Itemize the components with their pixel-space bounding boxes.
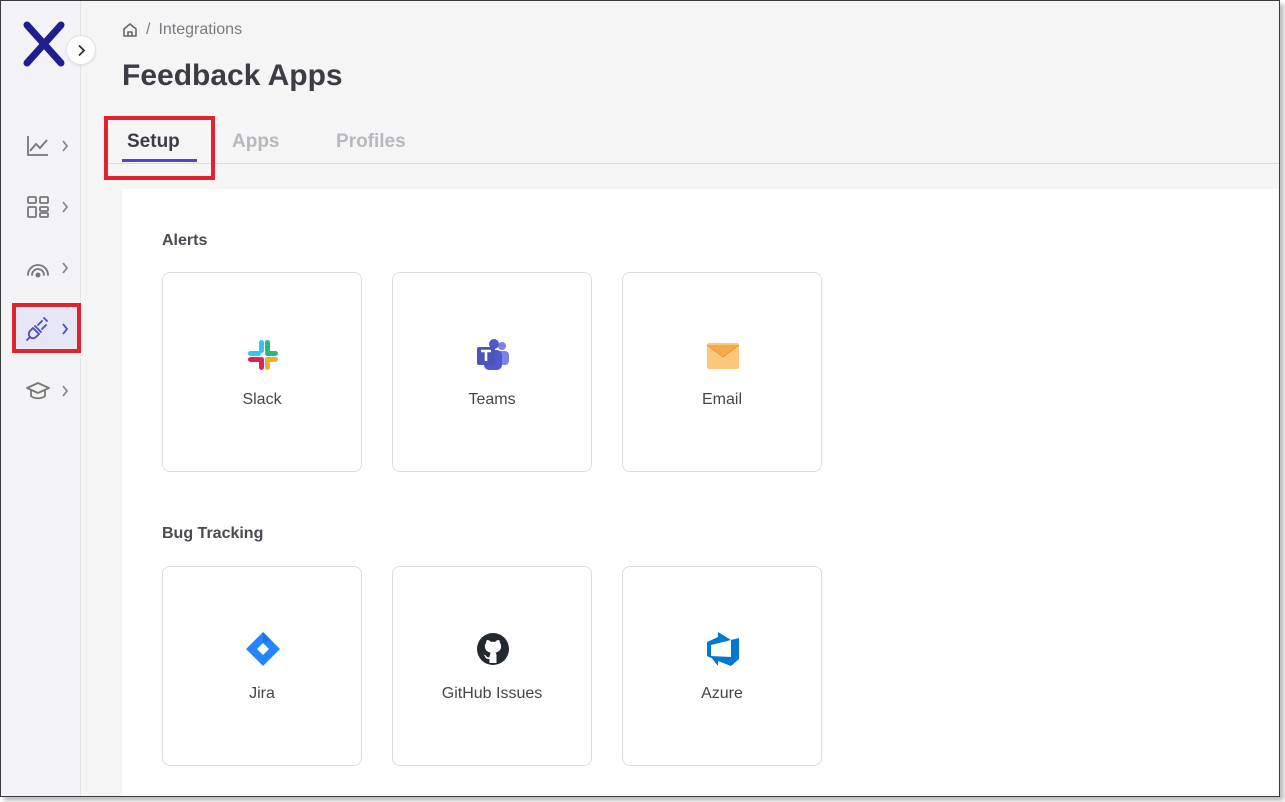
github-icon [477,633,509,665]
slack-icon [248,340,278,370]
chart-line-icon [27,136,48,156]
jira-icon [246,632,280,666]
app-window: / Integrations Feedback Apps Setup Apps … [0,0,1280,797]
chevron-right-icon [62,201,69,213]
page-title: Feedback Apps [122,59,343,92]
email-icon [706,343,740,369]
breadcrumb-current[interactable]: Integrations [158,21,242,39]
sidebar-item-dashboards[interactable] [15,184,79,230]
integration-card-email[interactable]: Email [622,272,822,472]
chevron-right-icon [62,262,69,274]
home-icon[interactable] [122,22,138,38]
signal-gauge-icon [27,264,49,278]
tab-bar: Setup Apps Profiles [106,117,1279,164]
integration-card-github-issues[interactable]: GitHub Issues [392,566,592,766]
integration-card-azure[interactable]: Azure [622,566,822,766]
sidebar-item-monitoring[interactable] [15,245,79,291]
chevron-right-icon [62,140,69,152]
integration-card-jira[interactable]: Jira [162,566,362,766]
sidebar [1,1,81,796]
sidebar-item-integrations[interactable] [15,306,79,352]
teams-icon [477,339,509,370]
breadcrumb: / Integrations [122,21,242,39]
card-label: Slack [242,391,282,408]
tab-apps[interactable]: Apps [232,131,280,153]
card-label: GitHub Issues [441,685,543,702]
plug-icon [26,317,48,341]
azure-icon [707,632,739,666]
dashboard-grid-icon [27,196,49,218]
section-title-bug-tracking: Bug Tracking [162,525,264,542]
graduation-cap-icon [26,382,50,400]
section-title-alerts: Alerts [162,232,208,249]
sidebar-item-analytics[interactable] [15,123,79,169]
sidebar-item-learning[interactable] [15,368,79,414]
integration-card-slack[interactable]: Slack [162,272,362,472]
card-label: Email [701,391,742,408]
card-label: Teams [468,391,516,408]
chevron-right-icon [77,44,85,56]
logo-icon[interactable] [21,21,67,67]
sidebar-collapse-button[interactable] [66,35,96,65]
integration-card-teams[interactable]: Teams [392,272,592,472]
card-label: Jira [249,685,275,702]
chevron-right-icon [62,385,69,397]
tab-profiles[interactable]: Profiles [336,131,406,153]
main-area: / Integrations Feedback Apps Setup Apps … [82,1,1279,796]
chevron-right-icon [62,323,69,335]
active-tab-indicator [122,159,197,162]
breadcrumb-separator: / [146,21,151,38]
content-panel: Alerts Slack Teams Email Bug Tracking Ji… [122,189,1279,796]
tab-setup[interactable]: Setup [127,131,180,153]
card-label: Azure [701,685,743,702]
